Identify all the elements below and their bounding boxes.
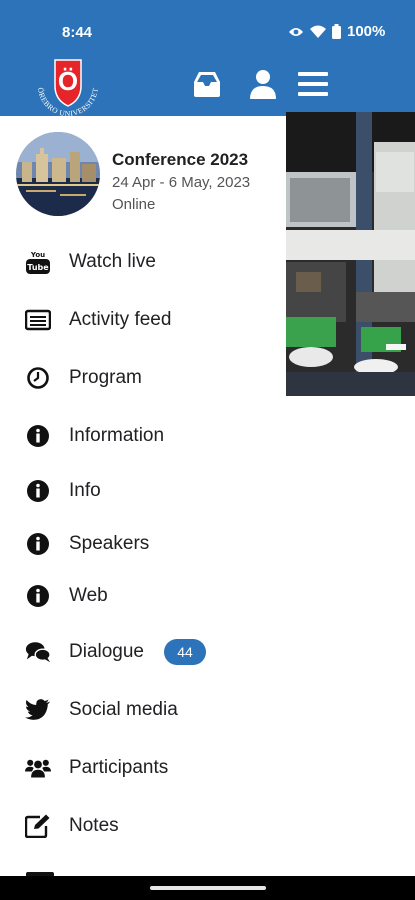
feed-icon xyxy=(25,307,51,333)
svg-text:You: You xyxy=(30,251,45,259)
menu-label-social-media: Social media xyxy=(69,699,178,720)
menu-label-participants: Participants xyxy=(69,757,169,778)
twitter-icon xyxy=(25,697,51,723)
info-icon xyxy=(25,478,51,504)
chat-icon xyxy=(25,639,51,665)
conference-dates: 24 Apr - 6 May, 2023 xyxy=(112,174,251,191)
user-icon[interactable] xyxy=(246,68,280,100)
users-icon xyxy=(25,755,51,781)
info-icon xyxy=(25,583,51,609)
menu-item-social-media[interactable]: Social media xyxy=(0,688,286,732)
status-time: 8:44 xyxy=(62,24,93,41)
conference-avatar xyxy=(16,132,100,216)
menu-label-speakers: Speakers xyxy=(69,533,150,554)
battery-percent: 100% xyxy=(347,23,386,40)
conference-header[interactable]: Conference 2023 24 Apr - 6 May, 2023 Onl… xyxy=(16,132,286,218)
status-icons: 100% xyxy=(288,23,385,40)
menu-item-information[interactable]: Information xyxy=(0,414,286,458)
menu-item-info[interactable]: Info xyxy=(0,469,286,513)
dialogue-count-badge: 44 xyxy=(164,639,206,665)
conference-mode: Online xyxy=(112,196,156,213)
navigation-drawer: Conference 2023 24 Apr - 6 May, 2023 Onl… xyxy=(0,116,286,876)
info-icon xyxy=(25,423,51,449)
home-gesture-handle[interactable] xyxy=(150,886,266,890)
menu-item-notes[interactable]: Notes xyxy=(0,804,286,848)
wifi-icon xyxy=(310,25,326,38)
menu-item-watch-live[interactable]: You Tube Watch live xyxy=(0,240,286,284)
menu-label-notes: Notes xyxy=(69,815,119,836)
youtube-icon: You Tube xyxy=(25,249,51,275)
menu-item-activity-feed[interactable]: Activity feed xyxy=(0,298,286,342)
menu-item-program[interactable]: Program xyxy=(0,356,286,400)
menu-label-watch-live: Watch live xyxy=(69,251,156,272)
menu-label-information: Information xyxy=(69,425,165,446)
menu-label-info: Info xyxy=(69,480,101,501)
svg-text:Tube: Tube xyxy=(27,263,49,272)
clock-icon xyxy=(25,365,51,391)
app-header: 8:44 100% ÖREBRO UNIVERSITET Ö xyxy=(0,0,415,116)
menu-label-program: Program xyxy=(69,367,142,388)
inbox-icon[interactable] xyxy=(190,68,224,100)
svg-text:Ö: Ö xyxy=(58,66,78,96)
edit-icon xyxy=(25,813,51,839)
info-icon xyxy=(25,531,51,557)
menu-item-web[interactable]: Web xyxy=(0,574,286,618)
background-photo xyxy=(286,112,415,396)
menu-label-web: Web xyxy=(69,585,108,606)
battery-icon xyxy=(332,24,341,39)
menu-label-activity-feed: Activity feed xyxy=(69,309,172,330)
menu-item-participants[interactable]: Participants xyxy=(0,746,286,790)
menu-label-dialogue: Dialogue xyxy=(69,641,144,662)
menu-item-dialogue[interactable]: Dialogue 44 xyxy=(0,630,286,674)
eye-icon xyxy=(289,27,303,36)
menu-item-speakers[interactable]: Speakers xyxy=(0,522,286,566)
conference-title: Conference 2023 xyxy=(112,150,249,169)
university-logo[interactable]: ÖREBRO UNIVERSITET Ö xyxy=(28,56,108,116)
status-bar: 8:44 100% xyxy=(0,0,415,64)
menu-icon[interactable] xyxy=(296,68,330,100)
